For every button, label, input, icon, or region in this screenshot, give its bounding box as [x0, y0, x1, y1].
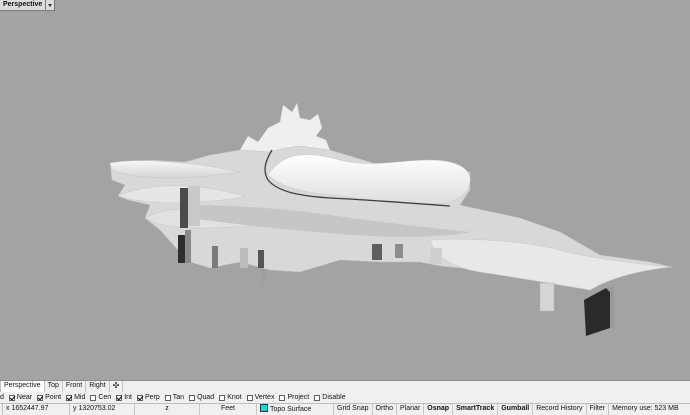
- checkbox-icon[interactable]: [8, 394, 15, 401]
- osnap-cen[interactable]: Cen: [90, 394, 111, 401]
- osnap-label: Tan: [172, 394, 185, 401]
- checkbox-icon[interactable]: [66, 394, 73, 401]
- osnap-int[interactable]: Int: [116, 394, 132, 401]
- wall-mid-4: [372, 244, 382, 260]
- ortho-toggle[interactable]: Ortho: [373, 404, 398, 415]
- osnap-perp[interactable]: Perp: [136, 394, 160, 401]
- wall-left-ribbon: [262, 270, 265, 284]
- tab-right[interactable]: Right: [86, 381, 110, 392]
- coord-y: y 1320753.02: [70, 404, 135, 415]
- osnap-label: Quad: [197, 394, 215, 401]
- tab-perspective[interactable]: Perspective: [0, 381, 45, 392]
- memory-usage: Memory use: 523 MB: [612, 405, 679, 412]
- wall-mid-2: [240, 248, 248, 268]
- checkbox-icon[interactable]: [189, 394, 196, 401]
- units-label[interactable]: Feet: [200, 404, 257, 415]
- wall-mid-1: [212, 246, 218, 268]
- wall-left-tall: [178, 235, 185, 263]
- wall-left-upper: [180, 188, 188, 228]
- osnap-mid[interactable]: Mid: [66, 394, 85, 401]
- checkbox-icon[interactable]: [90, 394, 97, 401]
- osnap-vertex[interactable]: Vertex: [246, 394, 275, 401]
- checkbox-icon[interactable]: [279, 394, 286, 401]
- grid-snap-toggle[interactable]: Grid Snap: [334, 404, 373, 415]
- layer-name: Topo Surface: [270, 406, 312, 413]
- current-layer[interactable]: Topo Surface: [257, 404, 334, 415]
- coord-z: z: [135, 404, 200, 415]
- osnap-label: Mid: [74, 394, 86, 401]
- osnap-bar: d Near Point Mid Cen Int Perp Tan Quad K…: [0, 392, 690, 403]
- osnap-project[interactable]: Project: [279, 394, 309, 401]
- filter-toggle[interactable]: Filter: [587, 404, 610, 415]
- wall-right-slab: [584, 288, 610, 336]
- status-bar: x 1652447.97 y 1320753.02 z Feet Topo Su…: [0, 403, 690, 415]
- osnap-label: Vertex: [254, 394, 275, 401]
- wall-mid-5: [395, 244, 403, 258]
- osnap-end-partial[interactable]: d: [0, 394, 4, 401]
- osnap-toggle[interactable]: Osnap: [424, 404, 454, 415]
- wall-mid-3: [258, 250, 264, 268]
- osnap-knot[interactable]: Knot: [219, 394, 242, 401]
- viewport-title[interactable]: Perspective: [0, 0, 47, 11]
- osnap-label: Near: [16, 394, 33, 401]
- topo-surface-model[interactable]: [109, 102, 673, 336]
- osnap-label: Perp: [144, 394, 160, 401]
- osnap-disable[interactable]: Disable: [314, 394, 346, 401]
- checkbox-icon[interactable]: [314, 394, 321, 401]
- record-history-toggle[interactable]: Record History: [533, 404, 587, 415]
- osnap-tan[interactable]: Tan: [164, 394, 185, 401]
- add-viewport-tab-icon[interactable]: ✣: [110, 381, 124, 392]
- viewport-title-tab[interactable]: Perspective: [0, 0, 56, 11]
- osnap-point[interactable]: Point: [37, 394, 61, 401]
- wall-left-face: [185, 230, 191, 263]
- osnap-label: Disable: [322, 394, 346, 401]
- checkbox-icon[interactable]: [116, 394, 123, 401]
- smarttrack-toggle[interactable]: SmartTrack: [453, 404, 499, 415]
- checkbox-icon[interactable]: [164, 394, 171, 401]
- osnap-quad[interactable]: Quad: [189, 394, 214, 401]
- wall-left-upper-face: [188, 186, 200, 226]
- checkbox-icon[interactable]: [246, 394, 253, 401]
- osnap-label: Int: [124, 394, 132, 401]
- viewport-tabs-bar: Perspective Top Front Right ✣: [0, 380, 690, 392]
- viewport-menu-arrow-icon[interactable]: [46, 0, 56, 11]
- osnap-label: Cen: [98, 394, 112, 401]
- checkbox-icon[interactable]: [219, 394, 226, 401]
- viewport-canvas[interactable]: [0, 0, 690, 380]
- wall-mid-6: [430, 248, 442, 264]
- checkbox-icon[interactable]: [136, 394, 143, 401]
- planar-toggle[interactable]: Planar: [397, 404, 425, 415]
- tab-front[interactable]: Front: [63, 381, 87, 392]
- wall-pillar: [539, 282, 555, 312]
- gumball-toggle[interactable]: Gumball: [498, 404, 534, 415]
- osnap-label: Project: [287, 394, 310, 401]
- checkbox-icon[interactable]: [37, 394, 44, 401]
- osnap-label: d: [0, 394, 4, 401]
- tab-top[interactable]: Top: [45, 381, 63, 392]
- layer-color-swatch: [260, 404, 268, 412]
- osnap-near[interactable]: Near: [8, 394, 33, 401]
- osnap-label: Point: [45, 394, 62, 401]
- osnap-label: Knot: [227, 394, 242, 401]
- coord-x: x 1652447.97: [3, 404, 70, 415]
- terrain-peaks: [239, 102, 331, 153]
